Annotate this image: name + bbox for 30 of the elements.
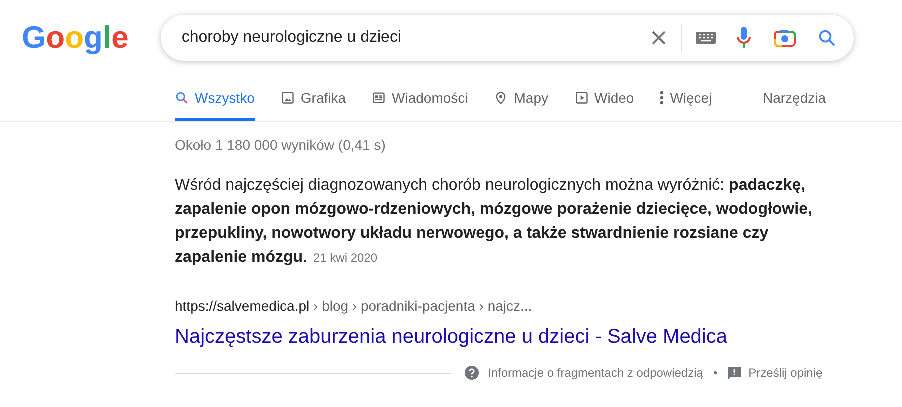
result-stats: Około 1 180 000 wyników (0,41 s) — [175, 136, 387, 155]
image-icon — [280, 91, 295, 105]
microphone-icon[interactable] — [736, 26, 752, 50]
result-url[interactable]: https://salvemedica.pl › blog › poradniki-pacjenta › najcz... — [175, 296, 532, 317]
feedback-link[interactable]: Prześlij opinię — [748, 364, 823, 382]
play-icon — [574, 91, 588, 105]
close-icon[interactable] — [650, 30, 667, 46]
about-snippets-link[interactable]: Informacje o fragmentach z odpowiedzią — [488, 364, 704, 382]
map-pin-icon — [494, 91, 508, 105]
snippet-date: 21 kwi 2020 — [313, 251, 378, 265]
camera-icon[interactable] — [774, 28, 796, 46]
google-logo[interactable]: Google — [20, 18, 131, 58]
search-field[interactable]: choroby neurologiczne u dzieci — [182, 26, 651, 50]
newspaper-icon — [372, 91, 386, 105]
search-icon[interactable] — [818, 28, 836, 46]
nav-tab[interactable]: Wiadomości — [372, 81, 468, 121]
nav-tab[interactable]: Mapy — [494, 81, 548, 121]
keyboard-icon[interactable] — [696, 32, 716, 44]
feedback-icon[interactable] — [728, 366, 741, 380]
nav-tab[interactable]: Wszystko — [175, 81, 255, 121]
more-icon — [660, 91, 664, 105]
separator-dot: • — [713, 365, 718, 382]
nav-tab[interactable]: Więcej — [660, 81, 712, 121]
tools-button[interactable]: Narzędzia — [762, 81, 826, 121]
nav-tab[interactable]: Grafika — [280, 81, 346, 121]
snippet-text: Wśród najczęściej diagnozowanych chorób neurologicznych można wyróżnić: padaczkę, zapalenie opon mózgowo-rdzeniowych, mózgowe porażenie dziecięce, wodogłowie, przepukliny, nowotwory układu nerwowego, a także stwardnienie rozsiane czy zapalenie mózgu. 21 kwi 2020 — [175, 176, 814, 268]
search-icon — [175, 91, 189, 105]
nav-tab[interactable]: Wideo — [574, 81, 634, 121]
result-title-link[interactable]: Najczęstsze zaburzenia neurologiczne u dzieci - Salve Medica — [175, 322, 728, 352]
help-icon[interactable] — [465, 366, 479, 380]
